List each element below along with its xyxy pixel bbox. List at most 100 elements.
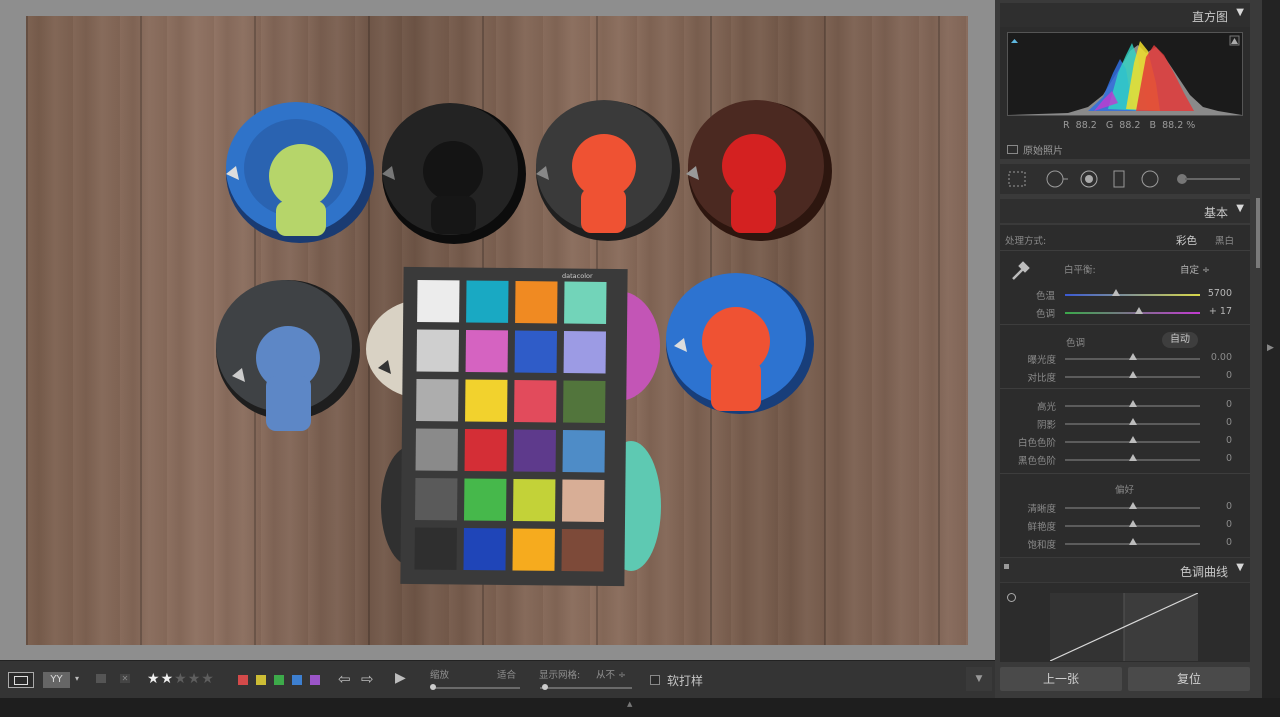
tone-curve-graph[interactable]: [1050, 593, 1198, 661]
grid-select[interactable]: 从不 ÷: [596, 667, 626, 681]
collapse-triangle-icon[interactable]: ▼: [1236, 562, 1244, 573]
slider-thumb[interactable]: [1128, 538, 1137, 545]
cup-blue-green: [226, 102, 374, 243]
temp-slider-track[interactable]: [1065, 294, 1200, 296]
slider-label: 饱和度: [1027, 540, 1056, 551]
rating-stars[interactable]: ★★★★★: [147, 671, 215, 687]
color-patch: [513, 429, 556, 472]
grid-label: 显示网格:: [539, 670, 581, 681]
presence-label: 偏好: [1115, 485, 1135, 496]
grid-slider-thumb[interactable]: [542, 684, 548, 690]
histogram-header[interactable]: 直方图 ▼: [1000, 3, 1250, 27]
color-patch: [414, 527, 457, 570]
color-label-swatch[interactable]: [256, 675, 266, 685]
play-slideshow-icon[interactable]: ▶: [395, 670, 406, 686]
dropdown-icon[interactable]: ▾: [75, 674, 79, 683]
color-patch: [417, 279, 460, 323]
slider-value[interactable]: 0: [1226, 519, 1232, 530]
slider-thumb[interactable]: [1128, 418, 1137, 425]
adjustment-brush-icon[interactable]: [1177, 174, 1240, 184]
cup-gray-blue: [216, 280, 360, 431]
basic-title: 基本: [1203, 206, 1228, 220]
basic-header[interactable]: 基本 ▼: [1000, 199, 1250, 223]
slider-thumb[interactable]: [1128, 520, 1137, 527]
treatment-color-option[interactable]: 彩色: [1176, 233, 1197, 248]
spot-removal-icon[interactable]: [1046, 170, 1068, 188]
panel-scrollbar[interactable]: [1256, 198, 1260, 268]
treatment-bw-option[interactable]: 黑白: [1215, 233, 1234, 247]
panel-switch-icon[interactable]: [1004, 564, 1009, 569]
tint-slider-thumb[interactable]: [1135, 307, 1144, 314]
star-icon[interactable]: ★: [147, 671, 161, 687]
slider-thumb[interactable]: [1128, 436, 1137, 443]
slider-value[interactable]: 0: [1226, 370, 1232, 381]
slider-value[interactable]: 0: [1226, 417, 1232, 428]
slider-thumb[interactable]: [1128, 371, 1137, 378]
expand-right-icon[interactable]: ▶: [1267, 343, 1274, 353]
previous-button[interactable]: 上一张: [1000, 667, 1122, 691]
tool-strip: [1000, 164, 1250, 194]
slider-value[interactable]: 0: [1226, 399, 1232, 410]
color-patch: [464, 428, 507, 472]
collapse-triangle-icon[interactable]: ▼: [1236, 203, 1244, 214]
toolbar-menu-icon[interactable]: ▼: [966, 667, 992, 691]
slider-thumb[interactable]: [1128, 353, 1137, 360]
color-patch: [562, 479, 605, 522]
slider-value[interactable]: 0.00: [1211, 352, 1232, 363]
slider-thumb[interactable]: [1128, 454, 1137, 461]
temp-value[interactable]: 5700: [1208, 288, 1232, 299]
radial-filter-icon[interactable]: [1141, 170, 1159, 188]
flag-icon[interactable]: [96, 674, 106, 683]
compare-view-button[interactable]: YY: [43, 672, 70, 688]
target-adjust-icon[interactable]: [1007, 593, 1016, 602]
star-icon[interactable]: ★: [188, 671, 202, 687]
color-label-swatch[interactable]: [274, 675, 284, 685]
slider-value[interactable]: 0: [1226, 537, 1232, 548]
previous-arrow-icon[interactable]: ⇦: [338, 670, 351, 688]
slider-value[interactable]: 0: [1226, 453, 1232, 464]
grid-slider[interactable]: [540, 687, 632, 689]
slider-label: 清晰度: [1027, 504, 1056, 515]
slider-label: 鲜艳度: [1027, 522, 1056, 533]
zoom-slider[interactable]: [432, 687, 520, 689]
soft-proof-checkbox[interactable]: [650, 675, 660, 685]
temp-slider-thumb[interactable]: [1112, 289, 1121, 296]
slider-value[interactable]: 0: [1226, 435, 1232, 446]
right-panel: 直方图 ▼ R 88.2 G 88.2 B 88.2 % 原始照片 基本 ▼ 处…: [995, 0, 1280, 700]
star-icon[interactable]: ★: [201, 671, 215, 687]
auto-tone-button[interactable]: 自动: [1162, 332, 1198, 348]
original-photo-toggle[interactable]: 原始照片: [1007, 142, 1063, 157]
zoom-slider-thumb[interactable]: [430, 684, 436, 690]
color-label-swatch[interactable]: [238, 675, 248, 685]
color-patch: [514, 380, 557, 423]
crop-icon[interactable]: [1008, 171, 1026, 187]
color-label-swatch[interactable]: [292, 675, 302, 685]
star-icon[interactable]: ★: [174, 671, 188, 687]
tone-curve-header[interactable]: 色调曲线 ▼: [1000, 558, 1250, 582]
graduated-filter-icon[interactable]: [1113, 170, 1125, 188]
color-label-swatch[interactable]: [310, 675, 320, 685]
checkbox-icon[interactable]: [1007, 145, 1018, 154]
reset-button[interactable]: 复位: [1128, 667, 1250, 691]
slider-thumb[interactable]: [1128, 502, 1137, 509]
eyedropper-icon[interactable]: [1008, 257, 1034, 283]
tint-value[interactable]: + 17: [1209, 306, 1232, 317]
tone-label: 色调: [1066, 338, 1086, 349]
next-arrow-icon[interactable]: ⇨: [361, 670, 374, 688]
slider-thumb[interactable]: [1128, 400, 1137, 407]
wb-select[interactable]: 自定 ÷: [1180, 262, 1210, 276]
photo-preview-area[interactable]: datacolor: [0, 0, 995, 660]
loupe-view-icon[interactable]: [8, 672, 34, 688]
red-eye-icon[interactable]: [1080, 170, 1098, 188]
histogram-readout: R 88.2 G 88.2 B 88.2 %: [1063, 120, 1196, 131]
filmstrip-collapse-bar: ▲: [0, 698, 1280, 717]
star-icon[interactable]: ★: [161, 671, 175, 687]
tint-slider-track[interactable]: [1065, 312, 1200, 314]
zoom-fit-value[interactable]: 适合: [497, 667, 516, 681]
bottom-toolbar: YY ▾ ✕ ★★★★★ ⇦ ⇨ ▶ 缩放 适合 显示网格: 从不 ÷ 软打样 …: [0, 660, 995, 699]
expand-filmstrip-icon[interactable]: ▲: [627, 700, 632, 708]
slider-value[interactable]: 0: [1226, 501, 1232, 512]
collapse-triangle-icon[interactable]: ▼: [1236, 7, 1244, 18]
panel-edge-strip: ▶: [1262, 0, 1280, 700]
reject-flag-icon[interactable]: ✕: [120, 674, 130, 683]
